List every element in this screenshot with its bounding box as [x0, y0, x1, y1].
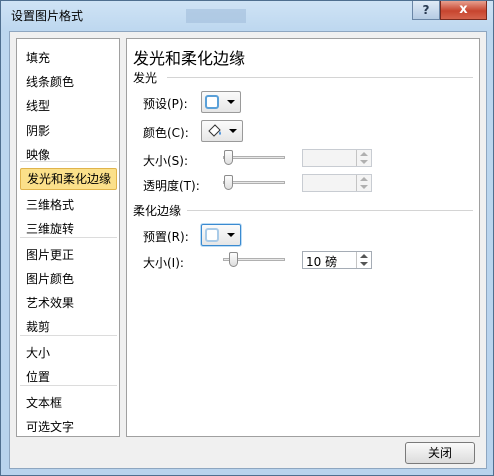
- dialog-title: 设置图片格式: [11, 9, 84, 23]
- sidebar-item[interactable]: 可选文字: [20, 416, 117, 438]
- close-window-button[interactable]: x: [440, 1, 487, 20]
- sidebar-item[interactable]: 阴影: [20, 120, 117, 142]
- glow-transparency-label: 透明度(T):: [143, 179, 200, 193]
- spin-down-icon: [360, 262, 368, 266]
- close-button[interactable]: 关闭: [405, 442, 475, 464]
- sidebar-item[interactable]: 发光和柔化边缘: [20, 168, 117, 190]
- glow-preset-dropdown[interactable]: [201, 91, 241, 113]
- chevron-down-icon: [229, 129, 237, 133]
- divider: [167, 77, 473, 78]
- glow-size-spinner[interactable]: [302, 149, 372, 167]
- spin-buttons[interactable]: [356, 175, 371, 191]
- sidebar-item[interactable]: 线型: [20, 95, 117, 117]
- sidebar-item[interactable]: 三维旋转: [20, 218, 117, 240]
- soft-edges-size-slider-thumb[interactable]: [229, 252, 238, 267]
- glow-color-dropdown[interactable]: [201, 120, 243, 142]
- sidebar-item[interactable]: 位置: [20, 366, 117, 388]
- glow-size-label: 大小(S):: [143, 154, 189, 168]
- spin-up-icon: [360, 254, 368, 258]
- glow-transparency-slider-thumb[interactable]: [224, 175, 233, 190]
- soft-edges-section-title: 柔化边缘: [133, 204, 182, 218]
- glow-section-title: 发光: [133, 71, 158, 85]
- soft-edges-size-label: 大小(I):: [143, 256, 184, 270]
- format-picture-dialog: 设置图片格式 ? x 填充 线条颜色 线型 阴影 映像 发光和柔化边缘 三维格式 三维旋转 图片…: [0, 0, 494, 476]
- dialog-body: 填充 线条颜色 线型 阴影 映像 发光和柔化边缘 三维格式 三维旋转 图片更正 图片颜色 艺术效果裁…: [9, 31, 487, 469]
- sidebar-item[interactable]: 图片颜色: [20, 268, 117, 290]
- chevron-down-icon: [227, 100, 235, 104]
- spin-up-icon: [360, 152, 368, 156]
- sidebar-item[interactable]: 图片更正: [20, 244, 117, 266]
- soft-edges-preset-dropdown[interactable]: [201, 224, 241, 246]
- sidebar-item[interactable]: 三维格式: [20, 194, 117, 216]
- soft-edges-size-spinner[interactable]: 10 磅: [302, 251, 372, 269]
- soft-edges-preset-swatch-icon: [205, 228, 219, 242]
- category-list: 填充 线条颜色 线型阴影 映像 发光和柔化边缘 三维格式 三维旋转图片更正 图片颜色 艺术效果裁…: [16, 38, 120, 437]
- paint-bucket-icon: [207, 124, 221, 139]
- sidebar-item[interactable]: 映像: [20, 144, 117, 166]
- sidebar-item[interactable]: 艺术效果: [20, 292, 117, 314]
- spin-buttons[interactable]: [356, 252, 371, 268]
- spin-down-icon: [360, 160, 368, 164]
- sidebar-item[interactable]: 大小: [20, 342, 117, 364]
- spin-buttons[interactable]: [356, 150, 371, 166]
- spin-up-icon: [360, 177, 368, 181]
- title-bar[interactable]: 设置图片格式 ? x: [1, 1, 494, 29]
- chevron-down-icon: [227, 233, 235, 237]
- glow-color-label: 颜色(C):: [143, 126, 189, 140]
- sidebar-item[interactable]: 文本框: [20, 392, 117, 414]
- spin-down-icon: [360, 185, 368, 189]
- glow-preset-label: 预设(P):: [143, 97, 188, 111]
- sidebar-item[interactable]: 裁剪: [20, 316, 117, 338]
- sidebar-item[interactable]: 线条颜色: [20, 71, 117, 93]
- divider: [187, 210, 473, 211]
- help-button[interactable]: ?: [412, 1, 440, 20]
- title-blur: [186, 9, 246, 23]
- glow-size-slider-thumb[interactable]: [224, 150, 233, 165]
- sidebar-item[interactable]: 填充: [20, 47, 117, 69]
- settings-panel: 发光和柔化边缘 发光 预设(P): 颜色(C): 大小(S): 透明度(T): …: [126, 38, 480, 437]
- page-title: 发光和柔化边缘: [133, 49, 246, 68]
- soft-edges-preset-label: 预置(R):: [143, 230, 189, 244]
- glow-transparency-spinner[interactable]: [302, 174, 372, 192]
- soft-edges-size-value: 10 磅: [306, 255, 338, 269]
- glow-preset-swatch-icon: [205, 95, 219, 109]
